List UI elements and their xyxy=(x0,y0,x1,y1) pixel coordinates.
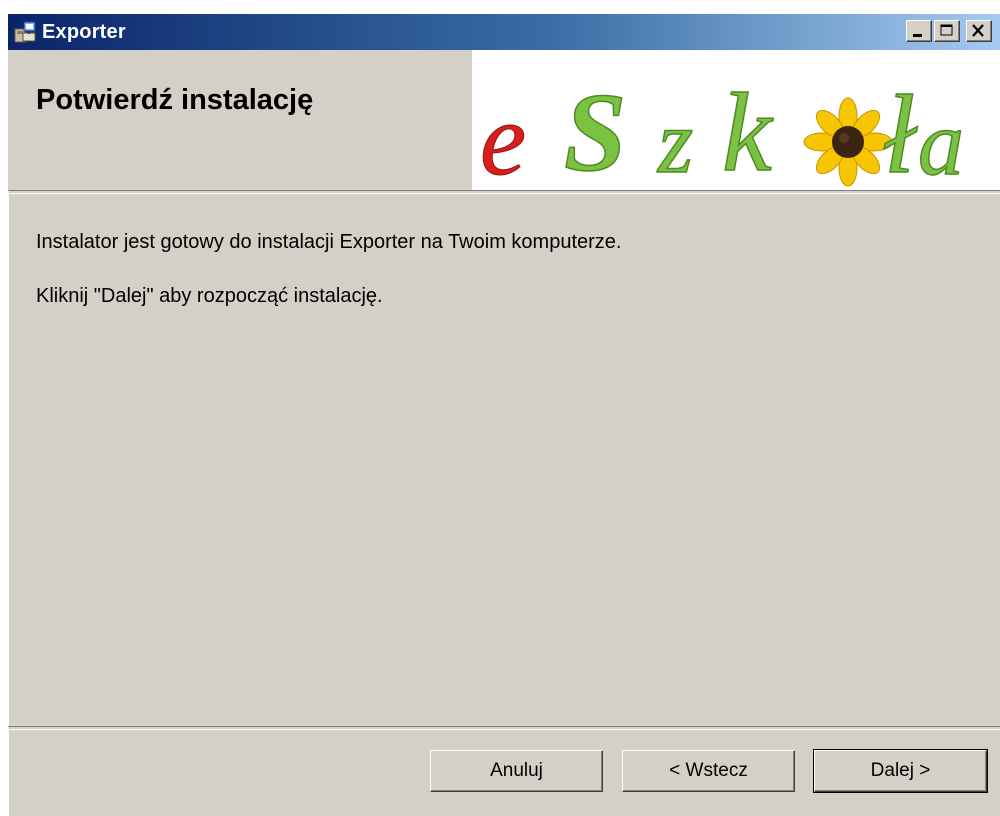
header-banner: Potwierdź instalację e S z k ł a xyxy=(8,50,1000,198)
close-button[interactable] xyxy=(966,20,992,42)
svg-text:k: k xyxy=(722,71,774,190)
minimize-button[interactable] xyxy=(906,20,932,42)
maximize-button[interactable] xyxy=(934,20,960,42)
title-bar[interactable]: Exporter xyxy=(8,14,1000,50)
eszkola-logo-graphic: e S z k ł a xyxy=(480,70,965,198)
sunflower-icon xyxy=(803,97,893,187)
instruction-message: Kliknij "Dalej" aby rozpocząć instalację… xyxy=(36,285,383,307)
svg-text:ł: ł xyxy=(884,73,918,190)
message-area: Instalator jest gotowy do instalacji Exp… xyxy=(36,228,976,310)
cancel-button[interactable]: Anuluj xyxy=(430,750,603,792)
back-button[interactable]: < Wstecz xyxy=(622,750,795,792)
svg-text:a: a xyxy=(918,92,964,190)
window-title: Exporter xyxy=(42,21,126,43)
next-button[interactable]: Dalej > xyxy=(813,749,988,793)
eszkola-logo: e S z k ł a xyxy=(472,50,1000,198)
page-title: Potwierdź instalację xyxy=(36,84,314,116)
svg-text:z: z xyxy=(656,93,693,190)
svg-text:S: S xyxy=(564,71,626,190)
svg-text:e: e xyxy=(480,82,526,190)
ready-message: Instalator jest gotowy do instalacji Exp… xyxy=(36,231,622,253)
installer-window: Exporter Potwierdź instalację e S z k ł … xyxy=(8,14,1000,816)
header-divider xyxy=(8,190,1000,194)
installer-icon[interactable] xyxy=(12,19,38,45)
footer-divider xyxy=(8,726,1000,730)
